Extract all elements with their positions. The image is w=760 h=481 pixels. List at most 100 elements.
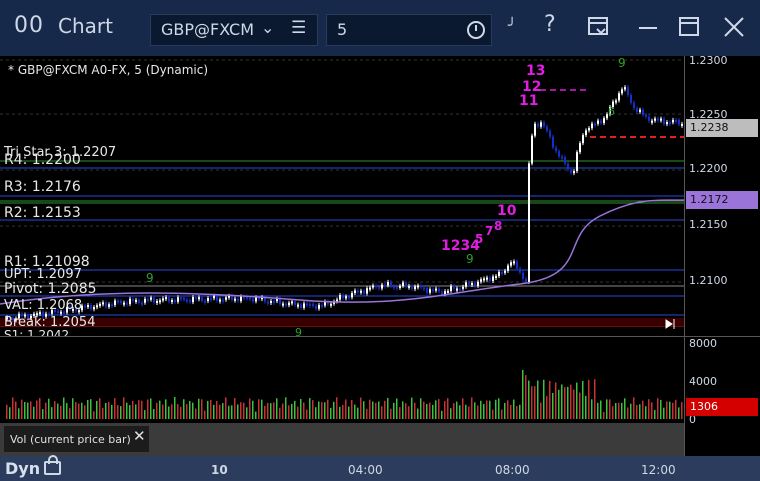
volume-bar (240, 402, 242, 419)
candle (597, 120, 599, 124)
candle (675, 119, 677, 122)
clock-icon[interactable] (467, 21, 485, 39)
candle (240, 296, 242, 302)
candle (540, 122, 542, 127)
candle (357, 290, 359, 293)
help-icon[interactable]: ? (544, 12, 556, 37)
volume-bar (480, 400, 482, 419)
candle (102, 302, 104, 305)
interval-selector[interactable]: 5 (326, 14, 492, 46)
volume-bar (66, 403, 68, 419)
candle (534, 123, 536, 136)
candle (105, 302, 107, 307)
candle (300, 304, 302, 308)
time-axis-bar[interactable]: Dyn 10 04:00 08:00 12:00 (0, 455, 760, 481)
candle (501, 271, 503, 274)
volume-bar (534, 386, 536, 419)
candle (84, 305, 86, 308)
volume-bar (195, 408, 197, 419)
candle (624, 87, 626, 90)
volume-bar (381, 406, 383, 419)
volume-bar (282, 403, 284, 419)
volume-bar (432, 404, 434, 419)
volume-bar (93, 411, 95, 419)
volume-bar (456, 401, 458, 419)
candle (588, 128, 590, 131)
volume-bar (72, 398, 74, 419)
volume-bar (330, 407, 332, 419)
volume-bar (291, 403, 293, 419)
title-bar: 00 Chart GBP@FXCM ⌄ ☰ 5 ╯ ? (0, 0, 760, 56)
volume-bar (183, 399, 185, 419)
volume-bar (120, 406, 122, 419)
price-plot[interactable] (0, 56, 685, 336)
volume-bar (498, 398, 500, 419)
volume-bar (474, 402, 476, 419)
volume-bar (168, 406, 170, 419)
time-tick: 10 (211, 463, 228, 477)
maximize-icon[interactable] (678, 16, 700, 38)
pen-icon[interactable]: ╯ (508, 18, 516, 34)
candle (435, 288, 437, 291)
volume-axis[interactable]: 8000 4000 0 1306 (684, 336, 760, 457)
candle (633, 102, 635, 109)
candle (579, 143, 581, 153)
minimize-icon[interactable] (637, 16, 659, 38)
template-icon[interactable] (587, 16, 611, 38)
price-chart-svg[interactable] (0, 56, 685, 336)
close-study-icon[interactable]: ✕ (133, 427, 146, 445)
volume-bar (36, 400, 38, 419)
volume-bar (318, 401, 320, 419)
candle (345, 296, 347, 299)
candle (117, 300, 119, 303)
price-axis[interactable]: 1.2300 1.2250 1.2200 1.2150 1.2100 1.223… (684, 54, 760, 336)
volume-bar (231, 405, 233, 419)
volume-bar (657, 398, 659, 419)
symbol-selector[interactable]: GBP@FXCM ⌄ ☰ (150, 14, 318, 46)
candle (651, 120, 653, 123)
candle (414, 286, 416, 290)
green-label-9a: 9 (618, 56, 626, 70)
candle (111, 304, 113, 307)
volume-bar (9, 407, 11, 419)
candle (123, 302, 125, 305)
volume-bar (87, 400, 89, 419)
volume-bar (345, 399, 347, 419)
dynamic-mode-button[interactable]: Dyn (5, 459, 40, 478)
volume-bar (15, 401, 17, 419)
close-icon[interactable] (723, 16, 745, 38)
candle (375, 285, 377, 288)
volume-bar (660, 399, 662, 419)
green-label-6: 6 (608, 105, 615, 118)
lock-icon[interactable] (44, 455, 61, 475)
symbol-value[interactable]: GBP@FXCM (161, 20, 254, 39)
candle (459, 288, 461, 291)
volume-bar (447, 398, 449, 419)
candle (603, 118, 605, 124)
candle (591, 123, 593, 129)
volume-bar (189, 400, 191, 419)
candle (93, 307, 95, 310)
volume-bar (624, 398, 626, 419)
menu-icon[interactable]: ☰ (291, 18, 306, 38)
candle (354, 290, 356, 294)
interval-value[interactable]: 5 (337, 20, 347, 39)
candle (525, 278, 527, 283)
volume-bar (45, 402, 47, 419)
volume-bar (390, 408, 392, 419)
volume-bar (186, 404, 188, 419)
candle (321, 304, 323, 307)
candle (252, 298, 254, 302)
volume-bar (99, 398, 101, 419)
candle (429, 289, 431, 293)
candle (522, 272, 524, 279)
candle (255, 297, 257, 302)
chevron-down-icon[interactable]: ⌄ (261, 18, 274, 37)
chart-title: * GBP@FXCM A0-FX, 5 (Dynamic) (8, 63, 209, 77)
candle (372, 285, 374, 288)
candle (477, 281, 479, 286)
candle (228, 295, 230, 298)
volume-study-label[interactable]: Vol (current price bar) ✕ (4, 426, 149, 452)
candle (291, 301, 293, 304)
volume-bar (555, 382, 557, 419)
